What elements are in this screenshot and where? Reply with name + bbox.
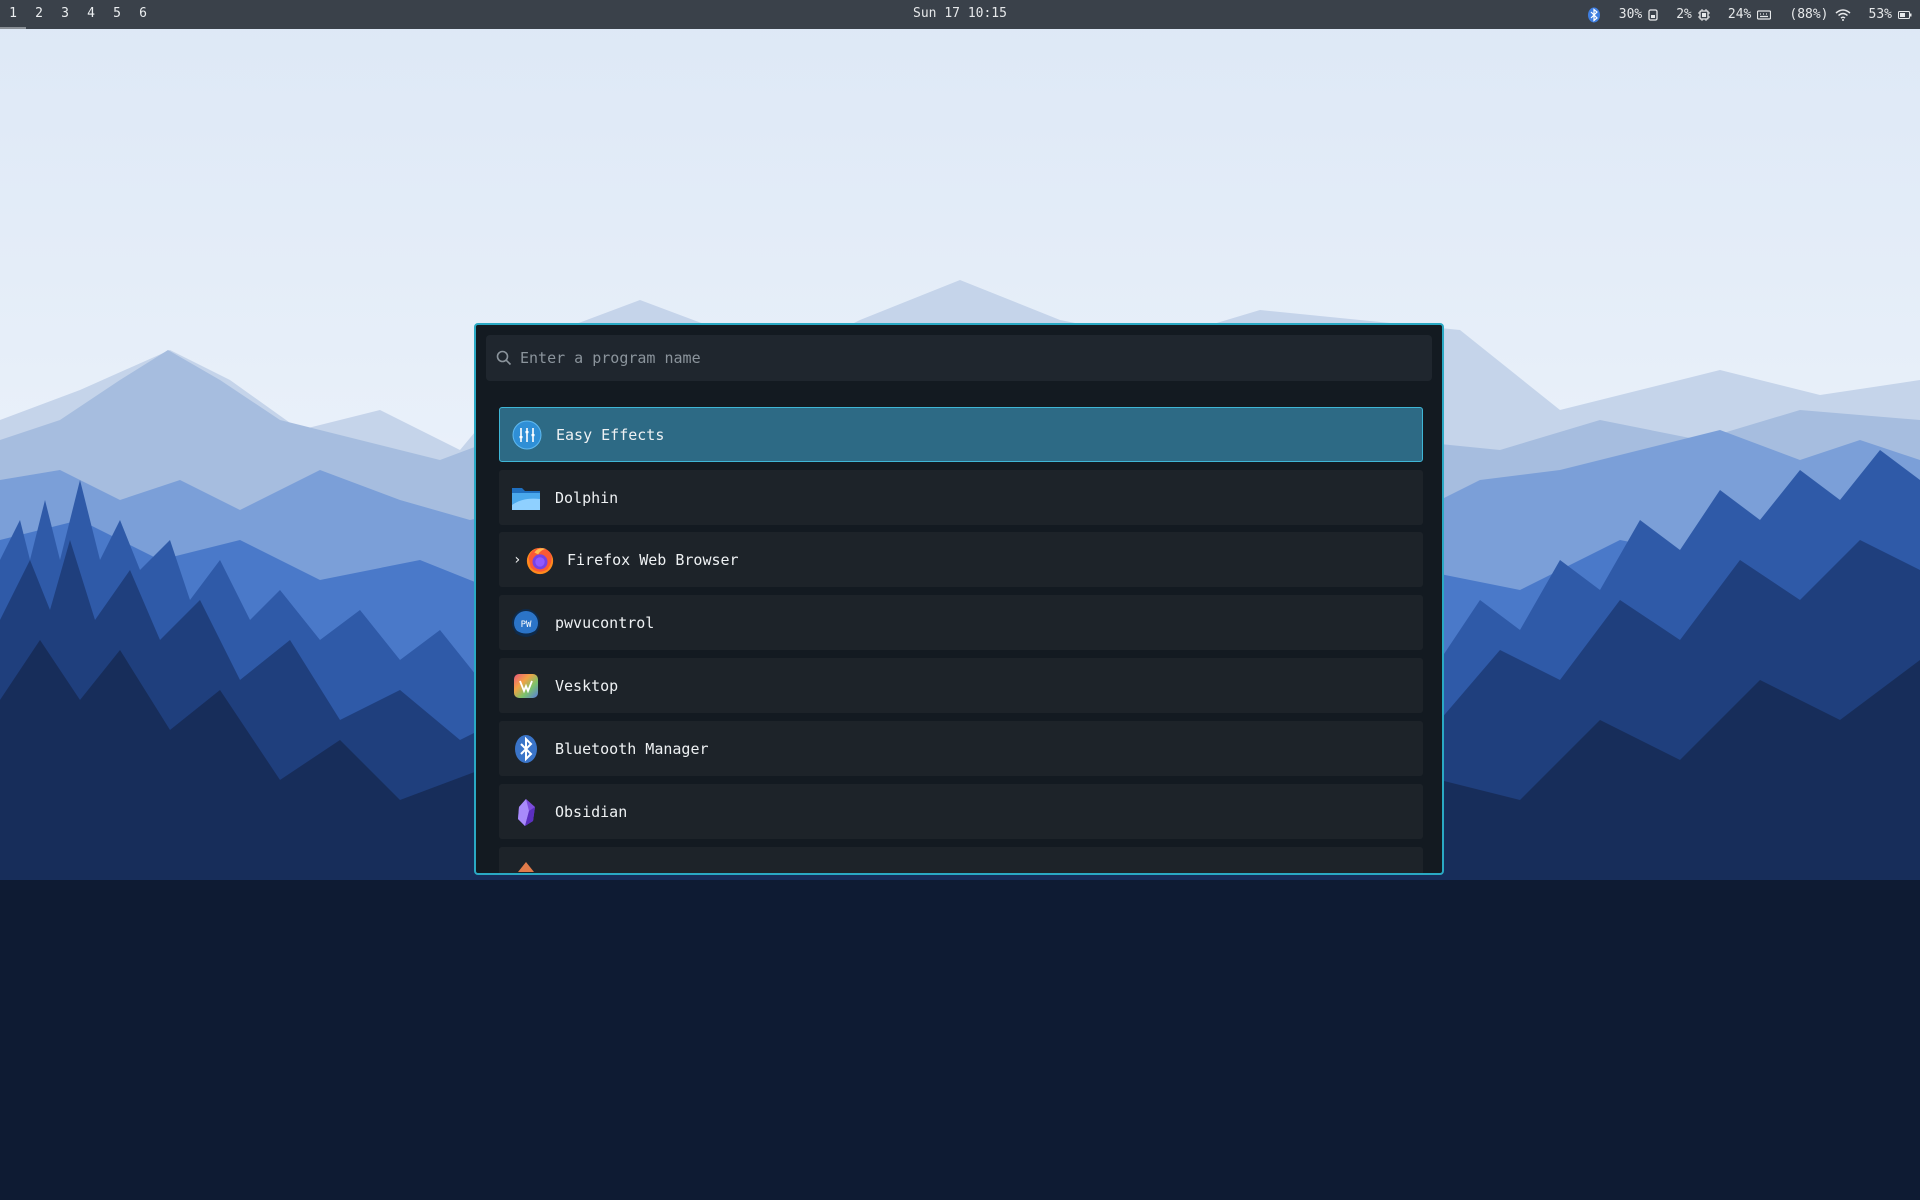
pwvucontrol-icon: PW — [511, 608, 541, 638]
workspace-4-button[interactable]: 4 — [78, 0, 104, 29]
battery-status[interactable]: 53% — [1869, 7, 1912, 22]
easy-effects-icon — [512, 420, 542, 450]
obsidian-icon — [511, 797, 541, 827]
list-item-label: Vesktop — [555, 676, 619, 695]
app-icon — [511, 860, 541, 874]
bluetooth-status[interactable] — [1581, 7, 1601, 23]
storage-icon — [1757, 9, 1772, 20]
workspace-3-button[interactable]: 3 — [52, 0, 78, 29]
list-item-vesktop[interactable]: Vesktop — [499, 658, 1423, 713]
list-item-easy-effects[interactable]: Easy Effects — [499, 407, 1423, 462]
workspace-switcher: 1 2 3 4 5 6 — [0, 0, 156, 29]
list-item-partial[interactable] — [499, 847, 1423, 874]
search-bar[interactable] — [486, 335, 1432, 381]
disk-status[interactable]: 24% — [1727, 7, 1772, 22]
bluetooth-icon — [1587, 7, 1600, 22]
wifi-icon — [1835, 8, 1851, 21]
workspace-2-button[interactable]: 2 — [26, 0, 52, 29]
memory-chip-icon — [1697, 8, 1710, 21]
vesktop-icon — [511, 671, 541, 701]
top-bar: 1 2 3 4 5 6 Sun 17 10:15 30% 2% 24% (88%… — [0, 0, 1920, 29]
disk-value: 24% — [1727, 7, 1752, 22]
list-item-obsidian[interactable]: Obsidian — [499, 784, 1423, 839]
list-item-bluetooth-manager[interactable]: Bluetooth Manager — [499, 721, 1423, 776]
list-item-firefox[interactable]: › Firefox Web Browser — [499, 532, 1423, 587]
workspace-1-button[interactable]: 1 — [0, 0, 26, 29]
list-item-label: Obsidian — [555, 802, 628, 821]
list-item-label: Firefox Web Browser — [567, 550, 739, 569]
memory-status[interactable]: 2% — [1676, 7, 1710, 22]
chevron-right-icon[interactable]: › — [513, 552, 523, 568]
search-input[interactable] — [518, 342, 1432, 374]
battery-icon — [1898, 10, 1912, 19]
workspace-5-button[interactable]: 5 — [104, 0, 130, 29]
cpu-icon — [1648, 8, 1658, 21]
wifi-value: (88%) — [1789, 7, 1829, 22]
list-item-label: Easy Effects — [556, 425, 665, 444]
firefox-icon — [525, 545, 555, 575]
list-item-label: Bluetooth Manager — [555, 739, 709, 758]
status-tray: 30% 2% 24% (88%) 53% — [1563, 0, 1912, 29]
dolphin-folder-icon — [511, 483, 541, 513]
list-item-pwvucontrol[interactable]: PW pwvucontrol — [499, 595, 1423, 650]
app-launcher: Easy Effects Dolphin › — [474, 323, 1444, 875]
memory-value: 2% — [1676, 7, 1692, 22]
wifi-status[interactable]: (88%) — [1789, 7, 1851, 22]
list-item-label: Dolphin — [555, 488, 619, 507]
svg-text:PW: PW — [521, 620, 532, 630]
battery-value: 53% — [1868, 7, 1892, 22]
bluetooth-icon — [511, 734, 541, 764]
cpu-value: 30% — [1618, 7, 1643, 22]
workspace-6-button[interactable]: 6 — [130, 0, 156, 29]
cpu-status[interactable]: 30% — [1619, 7, 1658, 22]
list-item-dolphin[interactable]: Dolphin — [499, 470, 1423, 525]
list-item-label: pwvucontrol — [555, 613, 655, 632]
search-icon — [496, 350, 512, 366]
